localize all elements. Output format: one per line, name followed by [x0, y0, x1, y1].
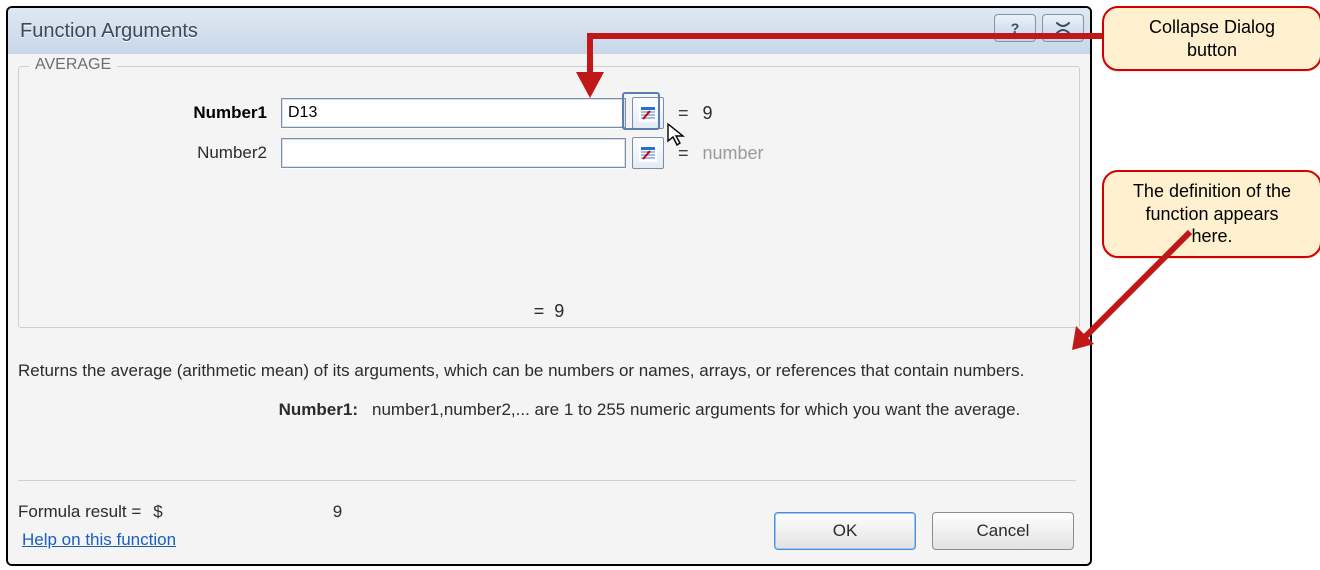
question-icon: ?	[1011, 20, 1020, 36]
callout-collapse: Collapse Dialog button	[1102, 6, 1320, 71]
argument-row: Number2 = number	[127, 137, 764, 169]
argument-label: Number2	[127, 143, 281, 163]
argument-input[interactable]	[281, 138, 626, 168]
collapse-dialog-icon	[638, 143, 658, 163]
collapse-dialog-button[interactable]	[632, 137, 664, 169]
argument-result: 9	[703, 103, 713, 124]
argument-label: Number1	[127, 103, 281, 123]
close-icon	[1055, 21, 1071, 35]
argument-result: number	[703, 143, 764, 164]
intermediate-result: = 9	[19, 301, 1079, 322]
function-description: Returns the average (arithmetic mean) of…	[18, 360, 1076, 383]
formula-result: Formula result = $ 9	[18, 502, 342, 522]
formula-result-currency: $	[153, 502, 162, 522]
close-button[interactable]	[1042, 14, 1084, 42]
equals-sign: =	[678, 143, 689, 164]
equals-sign: =	[678, 103, 689, 124]
separator	[18, 480, 1076, 481]
callout-definition: The definition of the function appears h…	[1102, 170, 1320, 258]
formula-result-value: 9	[333, 502, 342, 522]
ok-button[interactable]: OK	[774, 512, 916, 550]
dialog-title: Function Arguments	[20, 20, 198, 43]
argument-input[interactable]	[281, 98, 626, 128]
help-on-function-link[interactable]: Help on this function	[22, 530, 176, 550]
argument-row: Number1 = 9	[127, 97, 713, 129]
title-bar: Function Arguments ?	[8, 8, 1090, 55]
cancel-button[interactable]: Cancel	[932, 512, 1074, 550]
help-button[interactable]: ?	[994, 14, 1036, 42]
function-arguments-dialog: Function Arguments ? AVERAGE Number1	[6, 6, 1092, 566]
argument-description-label: Number1:	[18, 400, 372, 420]
function-name: AVERAGE	[29, 56, 117, 74]
dialog-body: AVERAGE Number1	[8, 54, 1090, 564]
argument-description: Number1: number1,number2,... are 1 to 25…	[18, 400, 1076, 420]
argument-description-text: number1,number2,... are 1 to 255 numeric…	[372, 400, 1076, 420]
collapse-dialog-button[interactable]	[632, 97, 664, 129]
collapse-dialog-icon	[638, 103, 658, 123]
argument-group: AVERAGE Number1	[18, 66, 1080, 328]
formula-result-label: Formula result =	[18, 502, 141, 522]
